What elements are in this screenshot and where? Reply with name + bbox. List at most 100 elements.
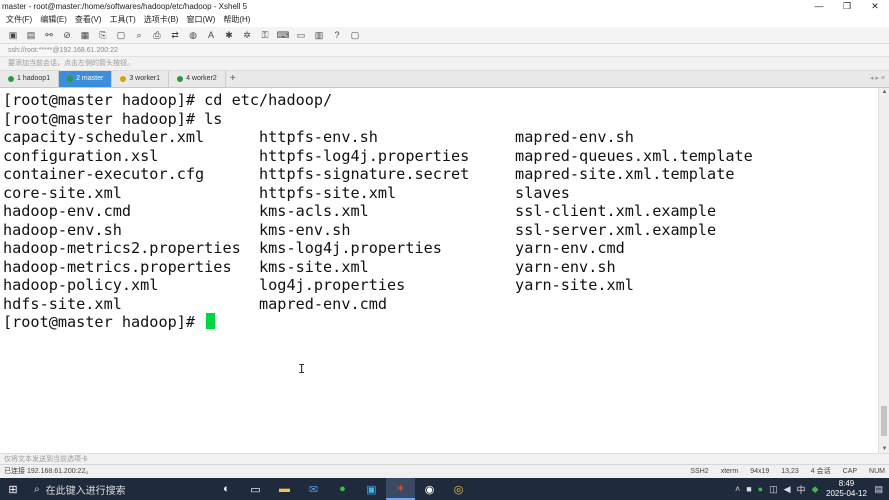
qq-icon[interactable]: ◉	[415, 478, 444, 500]
green-app-icon[interactable]: ●	[328, 478, 357, 500]
store-icon[interactable]: ▣	[357, 478, 386, 500]
terminal-line: hadoop-env.sh kms-env.sh ssl-server.xml.…	[3, 220, 717, 239]
terminal-size: 94x19	[750, 468, 770, 475]
session-count: 4 会话	[810, 468, 831, 475]
tab-master[interactable]: 2 master	[59, 71, 113, 87]
font-icon[interactable]: A	[204, 29, 218, 41]
compose-bar[interactable]: 仅将文本发送到当前选项卡	[0, 453, 889, 464]
tray-expand-icon[interactable]: ˄	[735, 484, 740, 494]
terminal-prompt-line: [root@master hadoop]#	[3, 313, 216, 331]
terminal-line: hadoop-metrics.properties kms-site.xml y…	[3, 257, 616, 276]
terminal-prompt: [root@master hadoop]#	[3, 313, 205, 331]
menu-help[interactable]: 帮助(H)	[223, 13, 250, 27]
tab-label: 2 master	[76, 75, 104, 82]
properties-icon[interactable]: ▦	[78, 29, 92, 41]
minimize-button[interactable]: —	[805, 0, 833, 13]
menu-edit[interactable]: 编辑(E)	[40, 13, 67, 27]
open-folder-icon[interactable]: ▤	[24, 29, 38, 41]
keyboard-icon[interactable]: ⌨	[276, 29, 290, 41]
menu-tabs[interactable]: 选项卡(B)	[144, 13, 179, 27]
notification-icon[interactable]: ▤	[874, 484, 883, 495]
taskbar-search[interactable]: ⌕ 在此键入进行搜索	[26, 478, 176, 500]
tab-nav-arrows[interactable]: ◂ ▸ ≡	[870, 74, 885, 82]
terminal-line: [root@master hadoop]# cd etc/hadoop/	[3, 91, 333, 109]
compose-icon[interactable]: ▭	[294, 29, 308, 41]
start-button[interactable]: ⊞	[0, 483, 26, 496]
caps-lock-indicator: CAP	[842, 468, 858, 475]
terminal-scrollbar[interactable]: ▲ ▼	[878, 88, 889, 453]
network-icon[interactable]: ◫	[769, 484, 778, 495]
scroll-down-icon[interactable]: ▼	[879, 446, 889, 452]
cortana-icon[interactable]: ◐	[212, 478, 241, 500]
address-bar[interactable]: ssh://root:*****@192.168.61.200:22	[0, 44, 889, 57]
window-controls: — ❐ ✕	[805, 0, 889, 13]
print-icon[interactable]: ⎙	[150, 29, 164, 41]
system-tray: ˄ ■ ● ◫ ◀ 中 ◆ 8:49 2025-04-12 ▤	[735, 478, 889, 500]
maximize-button[interactable]: ❐	[833, 0, 861, 13]
tab-status-dot	[120, 76, 127, 82]
tab-worker1[interactable]: 3 worker1	[112, 71, 170, 87]
volume-icon[interactable]: ◀	[784, 484, 791, 495]
clock[interactable]: 8:49 2025-04-12	[824, 479, 868, 499]
menu-window[interactable]: 窗口(W)	[186, 13, 215, 27]
cursor-position: 13,23	[781, 468, 799, 475]
close-button[interactable]: ✕	[861, 0, 889, 13]
paste-icon[interactable]: ▢	[114, 29, 128, 41]
layout-icon[interactable]: ▥	[312, 29, 326, 41]
menu-file[interactable]: 文件(F)	[6, 13, 32, 27]
text-cursor-icon: I	[298, 362, 306, 376]
terminal-cursor	[206, 313, 216, 329]
copy-icon[interactable]: ⎘	[96, 29, 110, 41]
status-details: SSH2 xterm 94x19 13,23 4 会话 CAP NUM	[690, 465, 885, 479]
new-session-icon[interactable]: ▣	[6, 29, 20, 41]
session-hint-text: 要添加当前会话，点击左侧的箭头按钮。	[8, 60, 134, 67]
scroll-up-icon[interactable]: ▲	[879, 89, 889, 95]
compose-hint: 仅将文本发送到当前选项卡	[4, 456, 88, 463]
security-icon[interactable]: ◆	[812, 484, 819, 495]
terminal-line: capacity-scheduler.xml httpfs-env.sh map…	[3, 128, 634, 146]
window-title: master - root@master:/home/softwares/had…	[2, 2, 248, 11]
ime-indicator[interactable]: 中	[797, 483, 806, 496]
tray-app-icon[interactable]: ■	[746, 484, 751, 494]
tab-label: 4 worker2	[186, 75, 217, 82]
xshell-icon[interactable]: ✶	[386, 478, 415, 500]
xftp-icon[interactable]: ✱	[222, 29, 236, 41]
address-text: ssh://root:*****@192.168.61.200:22	[8, 47, 118, 54]
terminal-line: core-site.xml httpfs-site.xml slaves	[3, 183, 570, 202]
taskbar: ⊞ ⌕ 在此键入进行搜索 ◐ ▭ ▬ ✉ ● ▣ ✶ ◉ ◎ ˄ ■ ● ◫ ◀…	[0, 478, 889, 500]
add-tab-button[interactable]: +	[226, 71, 240, 87]
status-bar: 已连接 192.168.61.200:22。 SSH2 xterm 94x19 …	[0, 464, 889, 478]
search-icon: ⌕	[34, 483, 40, 495]
help-icon[interactable]: ?	[330, 29, 344, 41]
mail-icon[interactable]: ✉	[299, 478, 328, 500]
terminal-line: hadoop-metrics2.properties kms-log4j.pro…	[3, 239, 625, 257]
terminal-line: hadoop-policy.xml log4j.properties yarn-…	[3, 276, 634, 294]
find-icon[interactable]: ⌕	[132, 29, 146, 41]
chat-icon[interactable]: ▢	[348, 29, 362, 41]
file-explorer-icon[interactable]: ▬	[270, 478, 299, 500]
globe-icon[interactable]: ◍	[186, 29, 200, 41]
menu-tools[interactable]: 工具(T)	[110, 13, 136, 27]
menu-view[interactable]: 查看(V)	[75, 13, 102, 27]
toolbar: ▣ ▤ ⚯ ⊘ ▦ ⎘ ▢ ⌕ ⎙ ⇄ ◍ A ✱ ✲ ⚿ ⌨ ▭ ▥ ? ▢	[0, 27, 889, 44]
connect-icon[interactable]: ⚯	[42, 29, 56, 41]
tab-label: 3 worker1	[129, 75, 161, 82]
search-placeholder: 在此键入进行搜索	[45, 485, 126, 497]
script-icon[interactable]: ✲	[240, 29, 254, 41]
terminal-line: container-executor.cfg httpfs-signature.…	[3, 165, 735, 183]
wechat-icon[interactable]: ●	[758, 484, 763, 494]
scrollbar-thumb[interactable]	[881, 406, 887, 436]
terminal-output[interactable]: [root@master hadoop]# cd etc/hadoop/ [ro…	[0, 88, 878, 453]
terminal-type: xterm	[720, 468, 739, 475]
protocol-label: SSH2	[690, 468, 709, 475]
tab-worker2[interactable]: 4 worker2	[169, 71, 226, 87]
task-view-icon[interactable]: ▭	[241, 478, 270, 500]
lock-icon[interactable]: ⚿	[258, 29, 272, 41]
tab-hadoop1[interactable]: 1 hadoop1	[0, 71, 60, 87]
transfer-icon[interactable]: ⇄	[168, 29, 182, 41]
terminal-line: hdfs-site.xml mapred-env.cmd	[3, 294, 388, 313]
chrome-icon[interactable]: ◎	[444, 478, 473, 500]
menu-bar: 文件(F) 编辑(E) 查看(V) 工具(T) 选项卡(B) 窗口(W) 帮助(…	[0, 13, 889, 27]
num-lock-indicator: NUM	[869, 468, 885, 475]
disconnect-icon[interactable]: ⊘	[60, 29, 74, 41]
